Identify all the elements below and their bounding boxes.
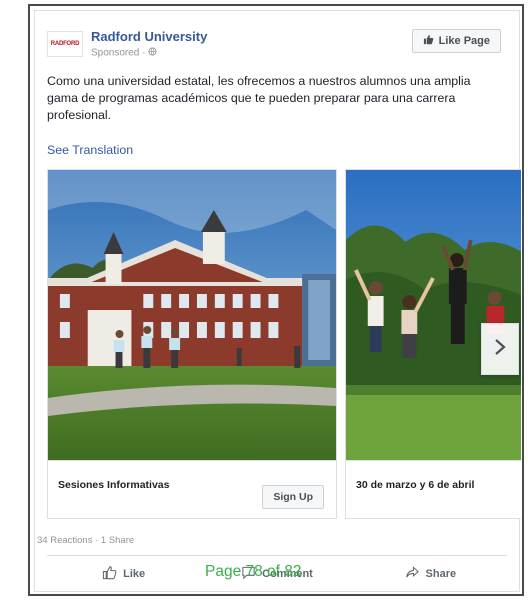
post-message: Como una universidad estatal, les ofrece… [47,74,471,122]
page-number: Page 78 of 82 [205,563,302,580]
card-title: 30 de marzo y 6 de abril [356,479,475,491]
card-title: Sesiones Informativas [58,479,170,491]
actions-divider [47,555,507,556]
share-icon [405,565,420,583]
like-page-label: Like Page [438,35,490,47]
post-header: RADFORD Radford University Sponsored · L… [47,25,507,61]
thumbs-up-icon [102,565,117,583]
screenshot-frame: RADFORD Radford University Sponsored · L… [28,4,524,596]
ad-carousel: Sesiones Informativas Sign Up 30 de marz… [47,169,521,521]
like-label: Like [123,568,146,580]
share-label: Share [425,568,457,580]
like-button[interactable]: Like [47,559,200,589]
card-caption: 30 de marzo y 6 de abril [346,460,521,518]
see-translation-link[interactable]: See Translation [47,143,133,157]
campus-building-photo[interactable] [48,170,336,460]
globe-icon [148,47,157,59]
page-name-link[interactable]: Radford University [91,29,207,44]
sponsored-label: Sponsored · [91,47,157,59]
card-caption: Sesiones Informativas Sign Up [48,460,336,518]
carousel-next-button[interactable] [481,323,519,375]
page-logo[interactable]: RADFORD [47,31,83,57]
carousel-card[interactable]: Sesiones Informativas Sign Up [47,169,337,519]
students-jumping-photo[interactable] [346,170,521,460]
share-button[interactable]: Share [354,559,507,589]
sponsored-text: Sponsored · [91,47,149,59]
thumbs-up-icon [423,34,434,48]
sign-up-button[interactable]: Sign Up [262,485,324,509]
like-page-button[interactable]: Like Page [411,29,501,53]
sponsored-post: RADFORD Radford University Sponsored · L… [34,10,521,592]
chevron-right-icon [494,338,506,361]
reactions-summary[interactable]: 34 Reactions · 1 Share [37,535,134,546]
